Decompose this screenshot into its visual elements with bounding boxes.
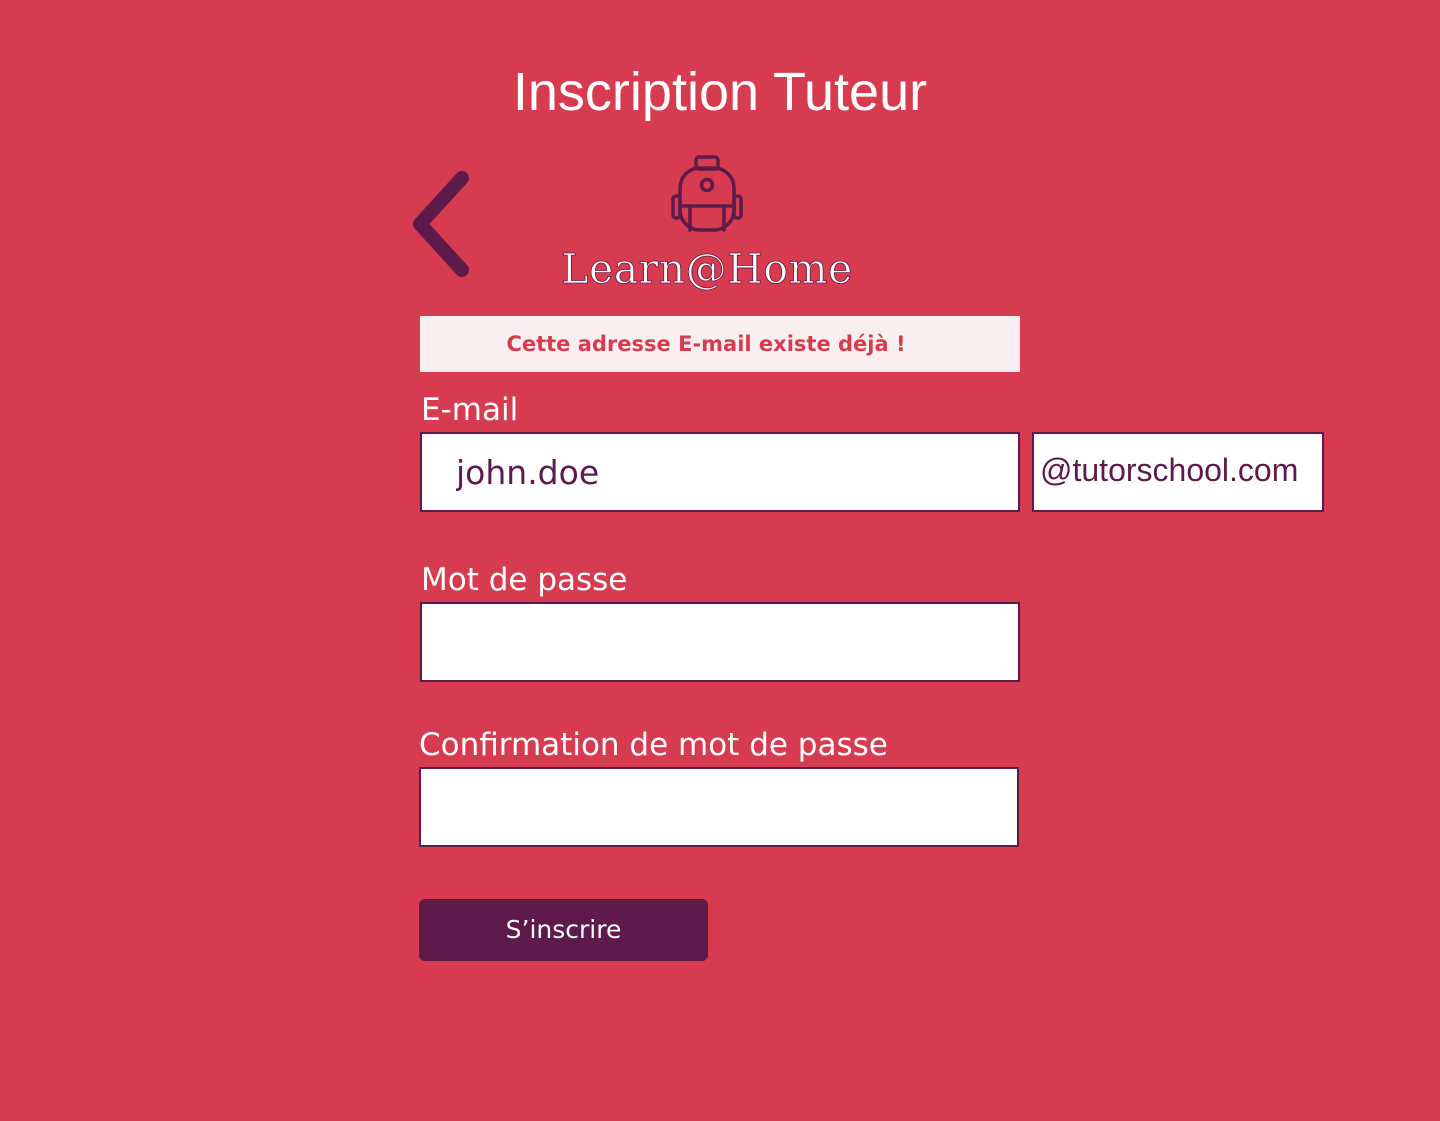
password-confirm-input[interactable] — [419, 767, 1019, 847]
password-input[interactable] — [420, 602, 1020, 682]
email-label: E-mail — [421, 392, 519, 428]
email-domain-suffix: @tutorschool.com — [1032, 432, 1324, 512]
error-alert: Cette adresse E-mail existe déjà ! — [420, 316, 1020, 372]
password-label: Mot de passe — [421, 562, 628, 598]
logo-text: Learn@Home — [561, 245, 853, 294]
backpack-icon — [666, 152, 748, 236]
back-button[interactable] — [404, 166, 484, 286]
page-title: Inscription Tuteur — [512, 62, 928, 122]
email-input[interactable] — [420, 432, 1020, 512]
signup-button[interactable]: S’inscrire — [419, 899, 708, 961]
chevron-left-icon — [404, 166, 484, 286]
password-confirm-label: Confirmation de mot de passe — [419, 727, 888, 763]
